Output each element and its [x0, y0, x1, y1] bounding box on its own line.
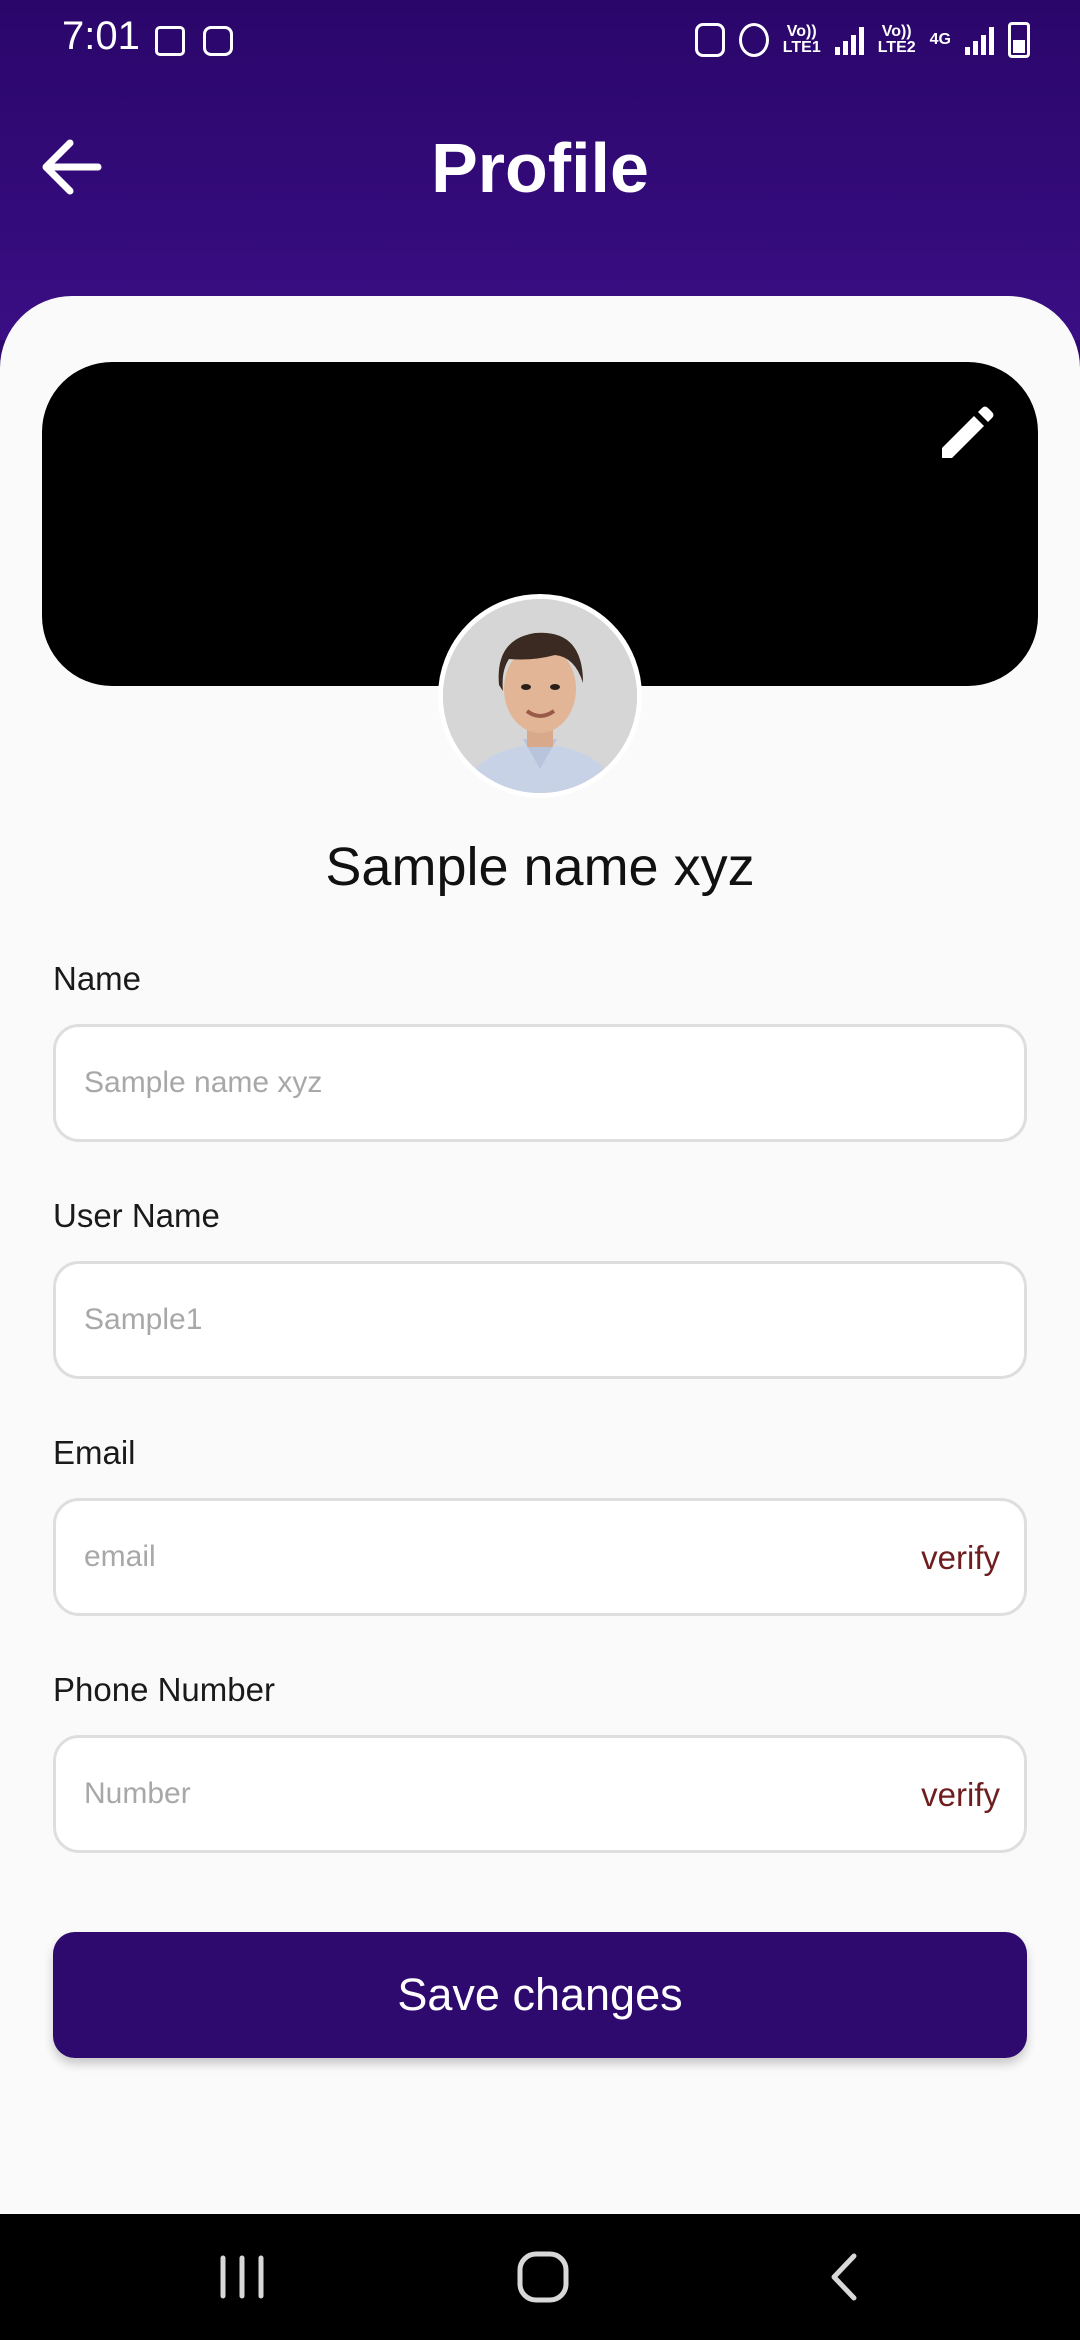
- name-input[interactable]: [84, 1027, 844, 1139]
- phone-input[interactable]: [84, 1738, 844, 1850]
- chevron-left-icon: [831, 2253, 857, 2301]
- sim1-label: Vo)) LTE1: [783, 24, 821, 56]
- signal-sim2-icon: [965, 25, 994, 55]
- save-changes-button[interactable]: Save changes: [53, 1932, 1027, 2058]
- email-field[interactable]: verify: [53, 1498, 1027, 1616]
- recent-apps-button[interactable]: [207, 2244, 277, 2310]
- email-input[interactable]: [84, 1501, 844, 1613]
- app-header: 7:01 Vo)) LTE1 Vo)) LTE2 4G Profile: [0, 0, 1080, 340]
- sim2-lte: LTE2: [877, 39, 916, 56]
- profile-display-name: Sample name xyz: [325, 837, 755, 897]
- email-verify-link[interactable]: verify: [921, 1539, 1000, 1577]
- status-bar: 7:01 Vo)) LTE1 Vo)) LTE2 4G: [0, 0, 1080, 80]
- profile-card: Sample name xyz Name User Name Email ver…: [0, 296, 1080, 2214]
- status-time: 7:01: [62, 14, 140, 58]
- username-field[interactable]: [53, 1261, 1027, 1379]
- gallery-notification-icon: [155, 26, 185, 56]
- sim2-label: Vo)) LTE2: [878, 24, 916, 56]
- avatar[interactable]: [438, 594, 642, 798]
- home-button[interactable]: [508, 2244, 578, 2310]
- name-label: Name: [53, 960, 142, 997]
- phone-verify-link[interactable]: verify: [921, 1776, 1000, 1814]
- sim2-volte: Vo)): [881, 23, 912, 40]
- phone-label: Phone Number: [53, 1671, 275, 1708]
- recent-apps-icon: [220, 2255, 264, 2299]
- avatar-photo: [443, 599, 637, 793]
- battery-icon: [1008, 22, 1030, 58]
- edit-cover-button[interactable]: [930, 402, 998, 470]
- sim1-lte: LTE1: [782, 39, 821, 56]
- system-nav-bar: [0, 2214, 1080, 2340]
- network-type: 4G: [929, 31, 951, 48]
- name-field[interactable]: [53, 1024, 1027, 1142]
- username-label: User Name: [53, 1197, 220, 1234]
- email-label: Email: [53, 1434, 136, 1471]
- data-saver-icon: [694, 23, 725, 57]
- phone-field[interactable]: verify: [53, 1735, 1027, 1853]
- sim1-volte: Vo)): [786, 23, 817, 40]
- username-input[interactable]: [84, 1264, 844, 1376]
- signal-sim1-icon: [834, 25, 864, 55]
- app-notification-icon: [203, 26, 233, 56]
- page-title: Profile: [431, 129, 649, 207]
- alarm-icon: [738, 23, 769, 57]
- home-icon: [517, 2251, 569, 2303]
- system-back-button[interactable]: [810, 2244, 880, 2310]
- pencil-icon: [942, 406, 994, 458]
- status-icons: Vo)) LTE1 Vo)) LTE2 4G: [694, 22, 1030, 58]
